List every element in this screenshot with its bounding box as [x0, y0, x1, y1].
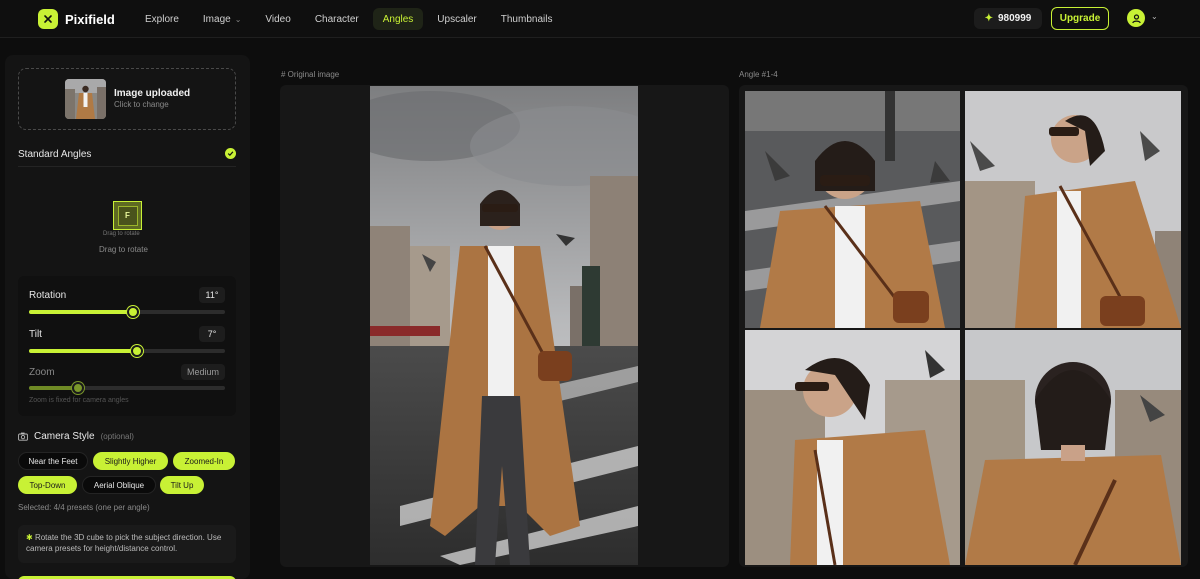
user-avatar[interactable] — [1127, 9, 1145, 27]
preset-zoomed-in[interactable]: Zoomed-In — [173, 452, 235, 470]
angle-4-image[interactable] — [965, 330, 1181, 565]
tip-text: Rotate the 3D cube to pick the subject d… — [26, 533, 222, 553]
upgrade-button[interactable]: Upgrade — [1051, 7, 1109, 30]
check-icon[interactable] — [225, 148, 236, 159]
sparkle-icon: ✦ — [984, 13, 993, 24]
rotation-cube[interactable]: F — [113, 201, 142, 230]
top-navbar: Pixifield Explore Image ⌄ Video Character… — [0, 0, 1200, 38]
nav-thumbnails[interactable]: Thumbnails — [491, 8, 563, 30]
original-image-label: # Original image — [281, 70, 340, 79]
cube-front-face: F — [117, 205, 138, 226]
credits-badge[interactable]: ✦ 980999 — [974, 8, 1042, 29]
camera-style-header: Camera Style (optional) — [18, 431, 134, 442]
nav-upscaler-label: Upscaler — [437, 13, 477, 25]
chevron-down-icon: ⌄ — [234, 14, 242, 24]
upload-title: Image uploaded — [114, 88, 191, 99]
preset-tilt-up[interactable]: Tilt Up — [160, 476, 204, 494]
chevron-down-icon[interactable]: ⌄ — [1151, 12, 1158, 21]
angle-2-image[interactable] — [965, 91, 1181, 328]
zoom-slider-fill — [29, 386, 78, 390]
zoom-note: Zoom is fixed for camera angles — [29, 397, 129, 404]
nav-explore[interactable]: Explore — [135, 8, 189, 30]
tilt-label: Tilt — [29, 329, 42, 340]
tip-box: ✱ Rotate the 3D cube to pick the subject… — [18, 525, 236, 563]
controls-panel: Image uploaded Click to change Standard … — [5, 55, 250, 579]
zoom-label: Zoom — [29, 367, 55, 378]
angle-controls: Rotation 11° Tilt 7° Zoom Medium Zoom is… — [18, 276, 236, 416]
rotation-slider-handle[interactable] — [126, 306, 139, 318]
image-upload-dropzone[interactable] — [18, 68, 236, 130]
drag-hint: Drag to rotate — [99, 245, 148, 254]
preset-aerial-oblique[interactable]: Aerial Oblique — [82, 476, 156, 494]
uploaded-image-thumbnail — [65, 79, 106, 119]
angles-label: Angle #1-4 — [739, 70, 778, 79]
main-nav: Explore Image ⌄ Video Character Angles Up… — [135, 8, 562, 30]
nav-thumbnails-label: Thumbnails — [500, 13, 553, 25]
rotation-value: 11° — [199, 287, 225, 303]
nav-character-label: Character — [314, 13, 359, 25]
standard-angles-label: Standard Angles — [18, 149, 92, 160]
nav-image-label: Image — [202, 13, 231, 25]
rotation-slider-fill — [29, 310, 133, 314]
app-logo[interactable]: Pixifield — [38, 8, 115, 30]
angle-3-image[interactable] — [745, 330, 960, 565]
preset-near-the-feet[interactable]: Near the Feet — [18, 452, 88, 470]
camera-icon — [18, 432, 28, 441]
tilt-slider[interactable] — [29, 345, 225, 357]
app-name: Pixifield — [65, 11, 115, 27]
nav-video[interactable]: Video — [255, 8, 300, 30]
cube-caption: Drag to rotate — [103, 231, 140, 237]
bulb-icon: ✱ — [26, 533, 33, 542]
nav-image[interactable]: Image ⌄ — [193, 8, 252, 30]
nav-video-label: Video — [265, 13, 291, 25]
tilt-slider-fill — [29, 349, 137, 353]
divider — [18, 166, 236, 167]
zoom-slider-handle — [72, 382, 84, 394]
selected-presets-note: Selected: 4/4 presets (one per angle) — [18, 503, 150, 512]
angle-1-image[interactable] — [745, 91, 960, 328]
upload-subtitle: Click to change — [114, 100, 169, 109]
preset-top-down[interactable]: Top-Down — [18, 476, 77, 494]
camera-style-title: Camera Style — [34, 431, 95, 442]
nav-upscaler[interactable]: Upscaler — [427, 8, 486, 30]
tilt-value: 7° — [199, 326, 225, 342]
nav-explore-label: Explore — [145, 13, 179, 25]
preset-slightly-higher[interactable]: Slightly Higher — [93, 452, 168, 470]
rotation-slider[interactable] — [29, 306, 225, 318]
credits-count: 980999 — [998, 13, 1032, 24]
nav-character[interactable]: Character — [305, 8, 369, 30]
zoom-slider — [29, 382, 225, 394]
original-image — [370, 86, 638, 565]
tilt-slider-handle[interactable] — [130, 345, 143, 357]
camera-style-optional: (optional) — [100, 432, 134, 441]
user-icon — [1131, 13, 1141, 23]
nav-angles[interactable]: Angles — [372, 8, 424, 30]
logo-icon — [38, 9, 58, 29]
nav-angles-label: Angles — [382, 13, 414, 25]
rotation-label: Rotation — [29, 290, 67, 301]
zoom-value: Medium — [180, 364, 225, 380]
